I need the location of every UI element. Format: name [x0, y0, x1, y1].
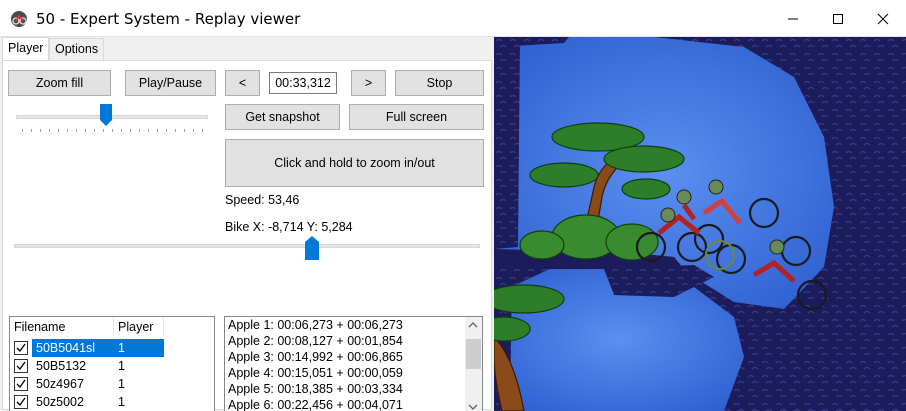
slider-thumb-icon	[100, 104, 113, 126]
file-row-filename: 50B5041sl	[32, 339, 114, 357]
zoom-slider-thumb[interactable]	[100, 104, 113, 126]
maximize-icon	[833, 13, 843, 24]
slider-tick	[67, 129, 68, 132]
control-panel: Player Options Zoom fill Play/Pause < 00…	[0, 37, 494, 411]
zoom-hold-button[interactable]: Click and hold to zoom in/out	[225, 139, 484, 187]
file-row[interactable]: 50B5132 1	[10, 357, 214, 375]
check-icon	[16, 361, 26, 371]
slider-tick	[85, 129, 86, 132]
slider-tick	[148, 129, 149, 132]
slider-tick	[22, 129, 23, 132]
tab-strip: Player Options	[0, 37, 494, 61]
slider-tick	[193, 129, 194, 132]
slider-tick	[76, 129, 77, 132]
minimize-icon	[788, 18, 798, 19]
check-icon	[16, 397, 26, 407]
scrollbar-thumb[interactable]	[466, 339, 481, 369]
stop-button[interactable]: Stop	[395, 70, 484, 96]
slider-tick	[121, 129, 122, 132]
file-row[interactable]: 50z4967 1	[10, 375, 214, 393]
replay-file-list[interactable]: Filename Player 50B5041sl 1 50B5132 1 50…	[9, 316, 215, 411]
slider-tick	[103, 129, 104, 132]
list-item[interactable]: Apple 3: 00:14,992 + 00:06,865	[228, 350, 403, 364]
list-item[interactable]: Apple 5: 00:18,385 + 00:03,334	[228, 382, 403, 396]
column-header-player[interactable]: Player	[114, 317, 164, 337]
prev-frame-button[interactable]: <	[225, 70, 260, 96]
file-row-player: 1	[118, 377, 125, 391]
check-icon	[16, 379, 26, 389]
time-input[interactable]: 00:33,312	[269, 72, 337, 94]
file-row-checkbox[interactable]	[14, 377, 28, 391]
list-item[interactable]: Apple 4: 00:15,051 + 00:00,059	[228, 366, 403, 380]
level-scene	[494, 37, 906, 411]
slider-tick	[202, 129, 203, 132]
slider-tick	[58, 129, 59, 132]
column-header-filename[interactable]: Filename	[10, 317, 114, 337]
close-icon	[877, 13, 889, 24]
slider-tick	[49, 129, 50, 132]
file-row-checkbox[interactable]	[14, 359, 28, 373]
file-row-player: 1	[118, 359, 125, 373]
file-row-filename: 50B5132	[36, 359, 87, 373]
list-item[interactable]: Apple 1: 00:06,273 + 00:06,273	[228, 318, 403, 332]
slider-tick	[112, 129, 113, 132]
file-row[interactable]: 50B5041sl 1	[10, 339, 214, 357]
play-pause-button[interactable]: Play/Pause	[125, 70, 216, 96]
tab-options[interactable]: Options	[49, 38, 105, 60]
slider-tick	[130, 129, 131, 132]
zoom-slider-ticks	[22, 129, 203, 133]
check-icon	[16, 343, 26, 353]
apple-times-list[interactable]: Apple 1: 00:06,273 + 00:06,273 Apple 2: …	[224, 316, 483, 411]
file-row-player: 1	[118, 395, 125, 409]
title-bar[interactable]: 50 - Expert System - Replay viewer	[0, 0, 906, 37]
timeline-slider-track[interactable]	[14, 244, 480, 248]
slider-tick	[139, 129, 140, 132]
get-snapshot-button[interactable]: Get snapshot	[225, 104, 340, 130]
file-row-player: 1	[114, 339, 164, 357]
slider-tick	[94, 129, 95, 132]
file-row-checkbox[interactable]	[14, 341, 28, 355]
left-wall	[494, 37, 520, 249]
next-frame-button[interactable]: >	[351, 70, 386, 96]
slider-tick	[175, 129, 176, 132]
slider-tick	[157, 129, 158, 132]
chevron-up-icon[interactable]	[468, 321, 478, 329]
slider-tick	[184, 129, 185, 132]
app-icon	[11, 11, 27, 27]
minimize-button[interactable]	[770, 0, 816, 37]
list-item[interactable]: Apple 6: 00:22,456 + 00:04,071	[228, 398, 403, 411]
window-title: 50 - Expert System - Replay viewer	[36, 10, 301, 28]
slider-tick	[166, 129, 167, 132]
timeline-slider-thumb[interactable]	[305, 236, 320, 260]
slider-thumb-icon	[305, 236, 320, 260]
slider-tick	[31, 129, 32, 132]
close-button[interactable]	[860, 0, 906, 37]
bike-position-label: Bike X: -8,714 Y: 5,284	[225, 220, 353, 234]
chevron-down-icon[interactable]	[468, 403, 478, 411]
player-tab-content: Zoom fill Play/Pause < 00:33,312 > Stop …	[2, 60, 492, 411]
tab-player[interactable]: Player	[2, 37, 50, 61]
apple-list-scrollbar[interactable]	[465, 317, 482, 411]
file-row-checkbox[interactable]	[14, 395, 28, 409]
file-row-filename: 50z4967	[36, 377, 84, 391]
speed-label: Speed: 53,46	[225, 193, 300, 207]
zoom-fill-button[interactable]: Zoom fill	[8, 70, 111, 96]
file-list-header: Filename Player	[10, 317, 214, 337]
list-item[interactable]: Apple 2: 00:08,127 + 00:01,854	[228, 334, 403, 348]
file-row[interactable]: 50z5002 1	[10, 393, 214, 411]
slider-tick	[40, 129, 41, 132]
full-screen-button[interactable]: Full screen	[349, 104, 484, 130]
replay-viewport[interactable]	[494, 37, 906, 411]
file-row-filename: 50z5002	[36, 395, 84, 409]
maximize-button[interactable]	[815, 0, 861, 37]
